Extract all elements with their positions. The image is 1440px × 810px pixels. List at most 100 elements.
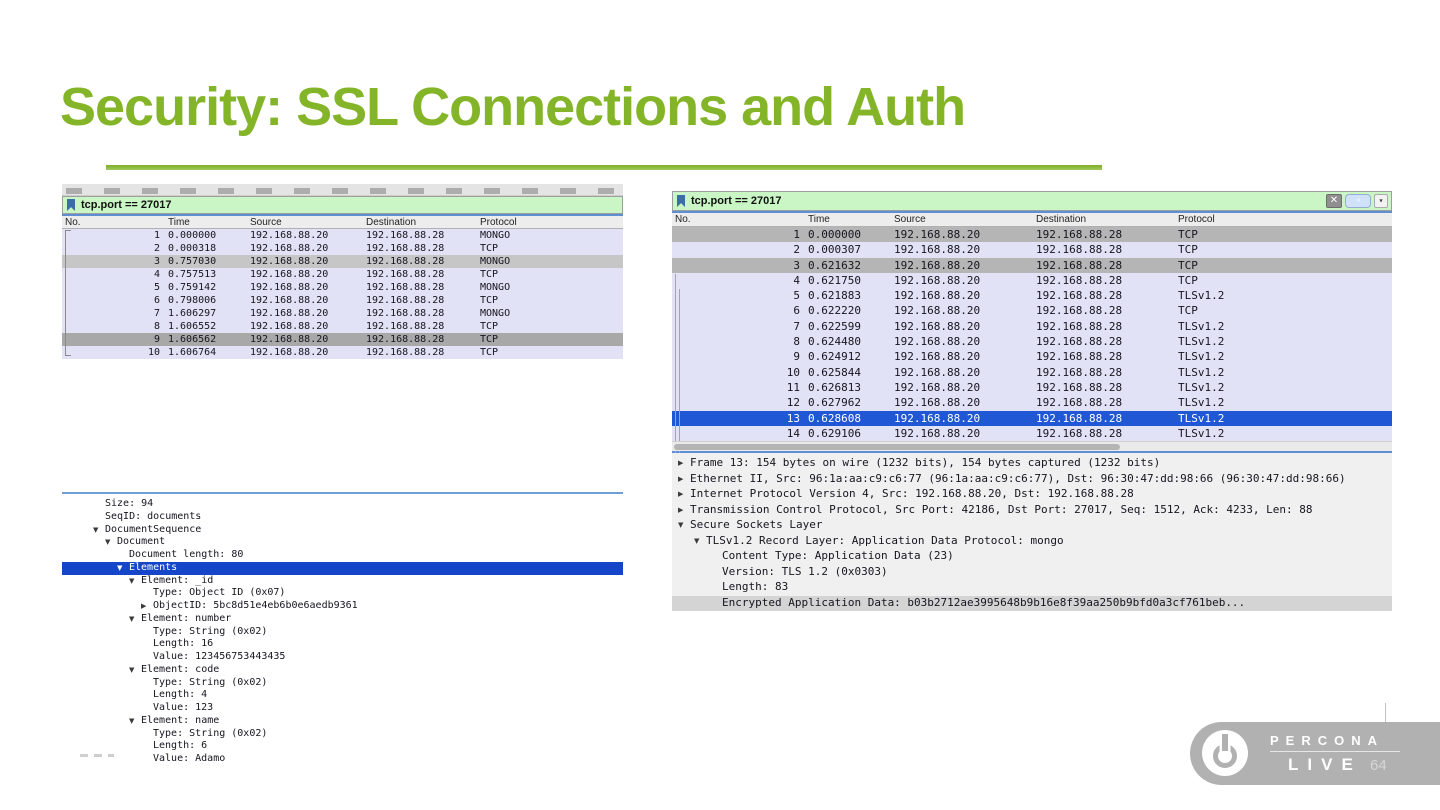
packet-row-7[interactable]: 7 0.622599 192.168.88.20 192.168.88.28 TLSv1… bbox=[672, 318, 1392, 335]
horizontal-scrollbar[interactable] bbox=[672, 441, 1392, 452]
packet-time: 0.000318 bbox=[168, 243, 217, 254]
collapsed-triangle-icon[interactable]: ▶ bbox=[678, 506, 683, 514]
packet-row-3[interactable]: 3 0.757030 192.168.88.20 192.168.88.28 MONGO bbox=[62, 255, 623, 268]
clear-filter-button[interactable]: ✕ bbox=[1326, 194, 1342, 208]
expanded-triangle-icon[interactable]: ▼ bbox=[129, 615, 134, 623]
tree-line[interactable]: Value: Adamo bbox=[62, 753, 623, 766]
packet-row-11[interactable]: 11 0.626813 192.168.88.20 192.168.88.28 TLSv… bbox=[672, 379, 1392, 396]
tree-line[interactable]: ▼ Element: _id bbox=[62, 575, 623, 588]
packet-row-6[interactable]: 6 0.798006 192.168.88.20 192.168.88.28 TCP bbox=[62, 294, 623, 307]
column-header-source[interactable]: Source bbox=[250, 217, 282, 228]
tree-line[interactable]: ▼ Elements bbox=[62, 561, 623, 575]
expanded-triangle-icon[interactable]: ▼ bbox=[694, 537, 699, 545]
packet-row-9[interactable]: 9 1.606562 192.168.88.20 192.168.88.28 TCP bbox=[62, 333, 623, 346]
column-header-time[interactable]: Time bbox=[168, 217, 190, 228]
column-header-protocol[interactable]: Protocol bbox=[1178, 214, 1215, 225]
tree-line[interactable]: Size: 94 bbox=[62, 498, 623, 511]
filter-input[interactable]: tcp.port == 27017 bbox=[81, 199, 172, 211]
filter-input[interactable]: tcp.port == 27017 bbox=[691, 195, 782, 207]
tree-line[interactable]: ▼ DocumentSequence bbox=[62, 524, 623, 537]
tree-line[interactable]: Value: 123 bbox=[62, 702, 623, 715]
tree-line[interactable]: ▼ Element: name bbox=[62, 715, 623, 728]
filter-dropdown-button[interactable]: ▾ bbox=[1374, 194, 1388, 208]
packet-row-13[interactable]: 13 0.628608 192.168.88.20 192.168.88.28 TLSv… bbox=[672, 410, 1392, 426]
packet-row-5[interactable]: 5 0.759142 192.168.88.20 192.168.88.28 MONGO bbox=[62, 281, 623, 294]
column-header-destination[interactable]: Destination bbox=[366, 217, 416, 228]
tree-line[interactable]: ▼ Secure Sockets Layer bbox=[672, 518, 1392, 534]
tree-line[interactable]: Type: String (0x02) bbox=[62, 728, 623, 741]
tree-line[interactable]: Length: 83 bbox=[672, 580, 1392, 596]
column-header-no[interactable]: No. bbox=[65, 217, 81, 228]
packet-row-10[interactable]: 10 0.625844 192.168.88.20 192.168.88.28 TLSv… bbox=[672, 364, 1392, 380]
packet-row-5[interactable]: 5 0.621883 192.168.88.20 192.168.88.28 TLSv1… bbox=[672, 288, 1392, 304]
tree-line[interactable]: SeqID: documents bbox=[62, 511, 623, 524]
collapsed-triangle-icon[interactable]: ▶ bbox=[141, 602, 146, 610]
tree-line[interactable]: ▶ ObjectID: 5bc8d51e4eb6b0e6aedb9361 bbox=[62, 600, 623, 613]
packet-time: 0.624480 bbox=[808, 335, 861, 349]
packet-row-9[interactable]: 9 0.624912 192.168.88.20 192.168.88.28 TLSv1… bbox=[672, 349, 1392, 365]
packet-row-8[interactable]: 8 1.606552 192.168.88.20 192.168.88.28 TCP bbox=[62, 320, 623, 333]
packet-no: 1 bbox=[153, 230, 160, 241]
expanded-triangle-icon[interactable]: ▼ bbox=[93, 526, 98, 534]
wireshark-toolbar[interactable] bbox=[62, 184, 623, 196]
packet-protocol: TLSv1.2 bbox=[1178, 426, 1225, 440]
tree-line[interactable]: ▶ Transmission Control Protocol, Src Port… bbox=[672, 503, 1392, 519]
tree-line[interactable]: Length: 16 bbox=[62, 638, 623, 651]
packet-time: 0.000000 bbox=[168, 230, 217, 241]
column-header-destination[interactable]: Destination bbox=[1036, 214, 1086, 225]
tree-line[interactable]: Type: String (0x02) bbox=[62, 677, 623, 690]
tree-line-label: SeqID: documents bbox=[105, 510, 202, 522]
column-header-protocol[interactable]: Protocol bbox=[480, 217, 517, 228]
tree-line[interactable]: Encrypted Application Data: b03b2712ae39… bbox=[672, 595, 1392, 612]
filter-bar[interactable]: tcp.port == 27017 bbox=[62, 196, 623, 214]
packet-row-1[interactable]: 1 0.000000 192.168.88.20 192.168.88.28 TCP bbox=[672, 227, 1392, 243]
tree-line[interactable]: ▼ Document bbox=[62, 536, 623, 549]
packet-row-4[interactable]: 4 0.757513 192.168.88.20 192.168.88.28 TCP bbox=[62, 268, 623, 281]
packet-row-8[interactable]: 8 0.624480 192.168.88.20 192.168.88.28 TLSv1… bbox=[672, 334, 1392, 350]
packet-row-2[interactable]: 2 0.000307 192.168.88.20 192.168.88.28 TCP bbox=[672, 242, 1392, 258]
packet-row-3[interactable]: 3 0.621632 192.168.88.20 192.168.88.28 TCP bbox=[672, 257, 1392, 273]
column-header-time[interactable]: Time bbox=[808, 214, 830, 225]
expanded-triangle-icon[interactable]: ▼ bbox=[129, 717, 134, 725]
bookmark-icon[interactable] bbox=[677, 195, 685, 207]
collapsed-triangle-icon[interactable]: ▶ bbox=[678, 475, 683, 483]
tree-line[interactable]: Content Type: Application Data (23) bbox=[672, 549, 1392, 565]
tree-line[interactable]: ▶ Frame 13: 154 bytes on wire (1232 bits)… bbox=[672, 456, 1392, 472]
scrollbar-thumb[interactable] bbox=[674, 444, 1121, 451]
column-header-no[interactable]: No. bbox=[675, 214, 691, 225]
expanded-triangle-icon[interactable]: ▼ bbox=[129, 666, 134, 674]
packet-row-2[interactable]: 2 0.000318 192.168.88.20 192.168.88.28 TCP bbox=[62, 242, 623, 255]
tree-line[interactable]: Value: 123456753443435 bbox=[62, 651, 623, 664]
tree-line[interactable]: Length: 4 bbox=[62, 689, 623, 702]
packet-row-12[interactable]: 12 0.627962 192.168.88.20 192.168.88.28 TLSv… bbox=[672, 395, 1392, 411]
tree-line[interactable]: ▶ Internet Protocol Version 4, Src: 192.1… bbox=[672, 487, 1392, 503]
packet-row-7[interactable]: 7 1.606297 192.168.88.20 192.168.88.28 MONGO bbox=[62, 307, 623, 320]
packet-row-6[interactable]: 6 0.622220 192.168.88.20 192.168.88.28 TCP bbox=[672, 303, 1392, 319]
tree-line[interactable]: Document length: 80 bbox=[62, 549, 623, 562]
expanded-triangle-icon[interactable]: ▼ bbox=[105, 538, 110, 546]
bookmark-icon[interactable] bbox=[67, 199, 75, 211]
filter-bar[interactable]: tcp.port == 27017 ✕ ➔ ▾ bbox=[672, 191, 1392, 211]
packet-source: 192.168.88.20 bbox=[250, 321, 329, 332]
tree-line[interactable]: Length: 6 bbox=[62, 740, 623, 753]
collapsed-triangle-icon[interactable]: ▶ bbox=[678, 490, 683, 498]
expanded-triangle-icon[interactable]: ▼ bbox=[129, 577, 134, 585]
collapsed-triangle-icon[interactable]: ▶ bbox=[678, 459, 683, 467]
tree-line[interactable]: ▼ Element: code bbox=[62, 664, 623, 677]
packet-time: 0.627962 bbox=[808, 396, 861, 410]
packet-row-14[interactable]: 14 0.629106 192.168.88.20 192.168.88.28 TLSv… bbox=[672, 425, 1392, 442]
apply-filter-button[interactable]: ➔ bbox=[1345, 194, 1371, 208]
column-header-source[interactable]: Source bbox=[894, 214, 926, 225]
expanded-triangle-icon[interactable]: ▼ bbox=[678, 521, 683, 529]
tree-line[interactable]: ▶ Ethernet II, Src: 96:1a:aa:c9:c6:77 (96… bbox=[672, 472, 1392, 488]
tree-line[interactable]: Type: Object ID (0x07) bbox=[62, 587, 623, 600]
packet-protocol: TCP bbox=[480, 243, 499, 254]
tree-line[interactable]: ▼ TLSv1.2 Record Layer: Application Data … bbox=[672, 534, 1392, 550]
packet-row-4[interactable]: 4 0.621750 192.168.88.20 192.168.88.28 TCP bbox=[672, 272, 1392, 289]
packet-row-10[interactable]: 10 1.606764 192.168.88.20 192.168.88.28 TCP bbox=[62, 346, 623, 359]
tree-line[interactable]: Type: String (0x02) bbox=[62, 626, 623, 639]
expanded-triangle-icon[interactable]: ▼ bbox=[117, 564, 122, 572]
tree-line[interactable]: ▼ Element: number bbox=[62, 613, 623, 626]
packet-row-1[interactable]: 1 0.000000 192.168.88.20 192.168.88.28 MONGO bbox=[62, 229, 623, 242]
tree-line[interactable]: Version: TLS 1.2 (0x0303) bbox=[672, 565, 1392, 581]
